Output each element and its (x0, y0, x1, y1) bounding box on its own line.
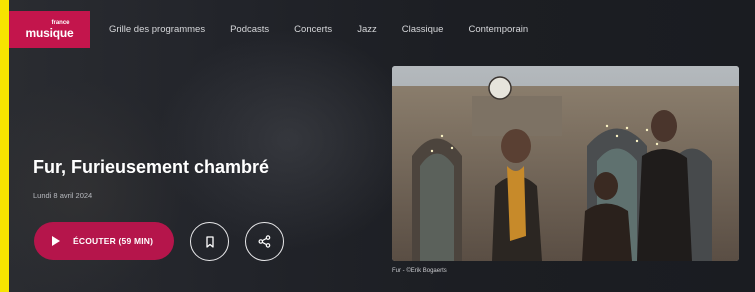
episode-title: Fur, Furieusement chambré (33, 157, 270, 177)
bookmark-icon (205, 235, 214, 248)
share-button[interactable] (245, 222, 284, 261)
nav-link-podcasts[interactable]: Podcasts (230, 24, 269, 35)
france-musique-logo[interactable]: france musique (9, 11, 90, 48)
nav-links: Grille des programmes Podcasts Concerts … (109, 24, 553, 35)
background-figure-blur (159, 30, 419, 250)
photo-caption: Fur - ©Erik Bogaerts (392, 268, 447, 274)
nav-link-jazz[interactable]: Jazz (357, 24, 377, 35)
nav-link-grille[interactable]: Grille des programmes (109, 24, 205, 35)
logo-main-text: musique (25, 26, 74, 40)
listen-button[interactable]: ÉCOUTER (59 MIN) (34, 222, 174, 260)
bookmark-button[interactable] (190, 222, 229, 261)
side-accent-stripe (0, 0, 9, 292)
episode-photo-illustration (392, 66, 739, 261)
top-navigation: france musique Grille des programmes Pod… (9, 11, 755, 48)
episode-date: Lundi 8 avril 2024 (33, 191, 93, 200)
nav-link-classique[interactable]: Classique (402, 24, 444, 35)
share-icon (258, 235, 271, 248)
listen-button-label: ÉCOUTER (59 MIN) (73, 236, 154, 246)
episode-photo (392, 66, 739, 261)
background-figure-blur-left (9, 80, 189, 292)
nav-link-concerts[interactable]: Concerts (294, 24, 332, 35)
play-icon (52, 236, 60, 246)
nav-link-contemporain[interactable]: Contemporain (468, 24, 528, 35)
episode-hero: france musique Grille des programmes Pod… (9, 0, 755, 292)
